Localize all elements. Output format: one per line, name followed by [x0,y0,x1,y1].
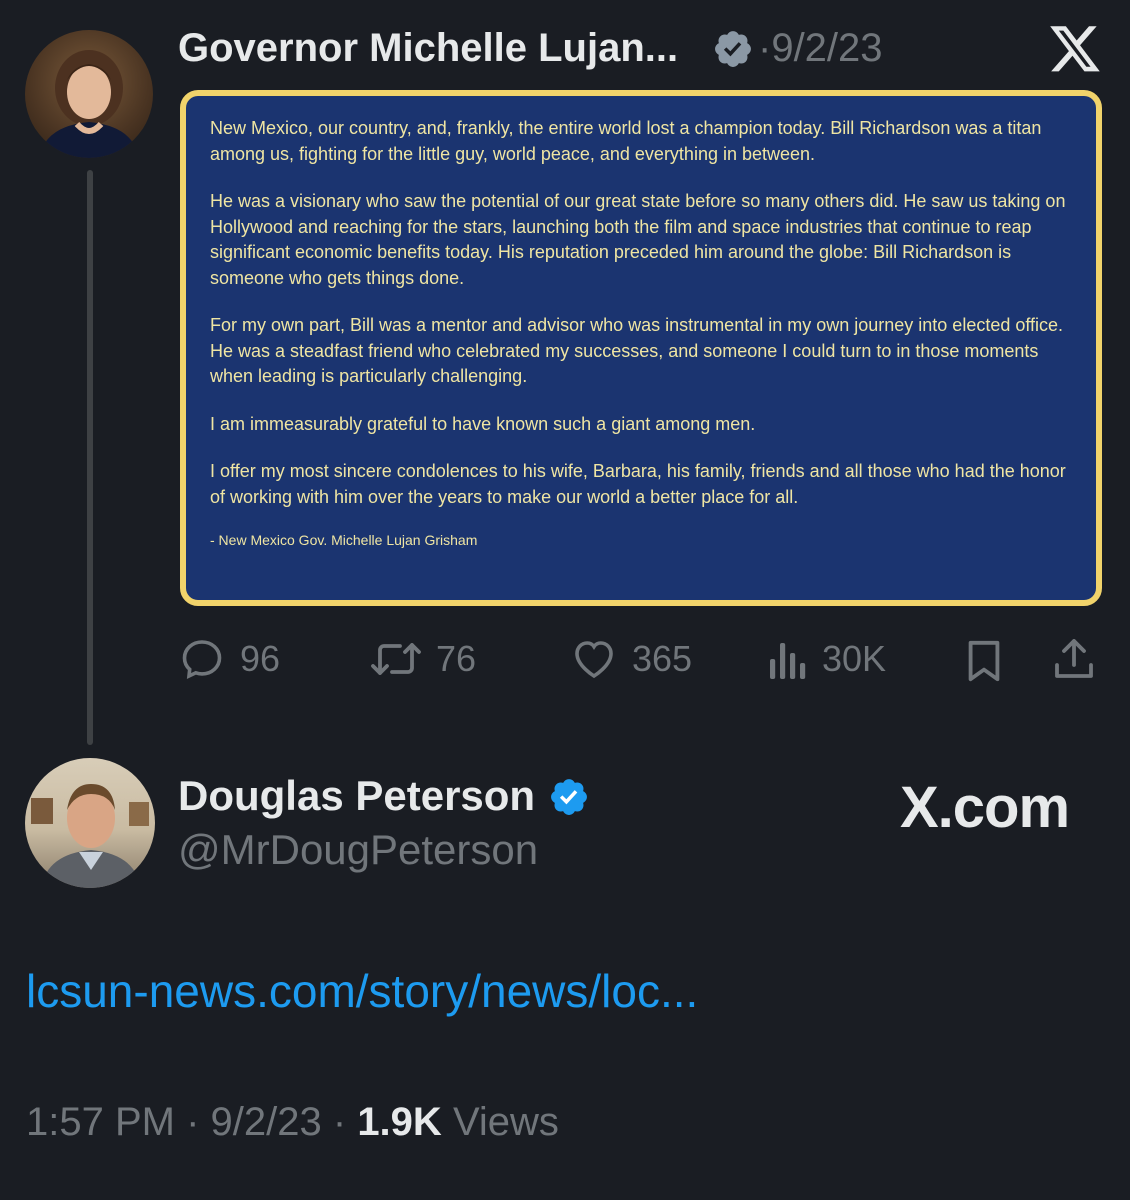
verified-gray-badge-icon [715,31,751,67]
views-count: 1.9K [357,1100,442,1144]
x-logo-icon[interactable] [1048,26,1102,76]
statement-paragraph: I offer my most sincere condolences to h… [210,461,1066,507]
post-date[interactable]: ·9/2/23 [758,26,883,71]
like-count: 365 [632,638,693,679]
statement-paragraph: New Mexico, our country, and, frankly, t… [210,118,1042,164]
statement-paragraph: For my own part, Bill was a mentor and a… [210,315,1064,386]
views-button[interactable]: 30K [768,634,886,684]
views-label: Views [452,1100,559,1144]
views-chart-icon [770,643,806,679]
author-name[interactable]: Governor Michelle Lujan... [178,26,678,71]
statement-image-card[interactable]: New Mexico, our country, and, frankly, t… [180,90,1102,606]
retweet-button[interactable]: 76 [370,634,476,684]
x-com-brand: X.com [900,775,1070,840]
share-icon [1055,639,1093,678]
statement-paragraph: I am immeasurably grateful to have known… [210,413,756,434]
views-count: 30K [822,638,887,679]
like-button[interactable]: 365 [570,634,692,684]
post-meta: 1:57 PM · 9/2/23 · 1.9K Views [26,1100,559,1145]
reply-count: 96 [240,638,281,679]
verified-blue-badge-icon [551,779,587,815]
thread-connector [87,170,93,745]
meta-separator: · [332,1100,358,1144]
statement-signature: - New Mexico Gov. Michelle Lujan Grisham [210,532,478,548]
retweet-count: 76 [436,638,477,679]
post-time[interactable]: 1:57 PM [26,1100,175,1144]
avatar-portrait [31,784,149,888]
avatar-portrait [39,50,139,158]
retweet-icon [371,643,421,675]
post-date[interactable]: 9/2/23 [211,1100,322,1144]
meta-separator: · [186,1100,211,1144]
author-avatar[interactable] [25,758,155,888]
author-avatar[interactable] [25,30,153,158]
bookmark-button[interactable] [963,636,1005,686]
statement-paragraph: He was a visionary who saw the potential… [210,191,1066,288]
reply-button[interactable]: 96 [178,634,280,684]
heart-icon [575,641,613,679]
bookmark-icon [968,640,1000,682]
reply-icon [182,640,222,679]
author-handle[interactable]: @MrDougPeterson [178,826,538,874]
author-name[interactable]: Douglas Peterson [178,772,535,820]
share-button[interactable] [1050,634,1098,684]
article-link[interactable]: lcsun-news.com/story/news/loc... [26,964,698,1018]
